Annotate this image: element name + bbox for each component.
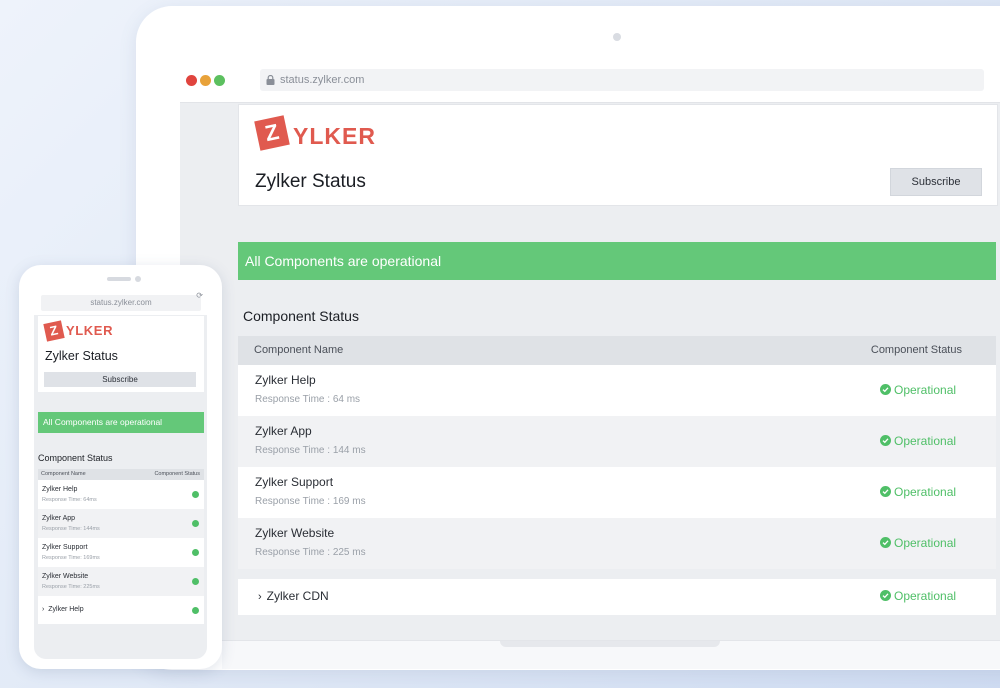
status-text: Operational xyxy=(894,485,957,499)
logo-wordmark: YLKER xyxy=(66,323,114,338)
component-name: Zylker Website xyxy=(42,573,89,580)
section-title: Component Status xyxy=(243,308,359,324)
page-title: Zylker Status xyxy=(255,171,366,192)
status-header: Z YLKER Zylker Status Subscribe xyxy=(238,104,998,206)
table-row[interactable]: Zylker Help Response Time: 64ms xyxy=(38,480,204,509)
subscribe-button[interactable]: Subscribe xyxy=(890,168,982,196)
check-circle-icon xyxy=(880,435,891,446)
column-header-status: Component Status xyxy=(154,471,200,477)
component-name: Zylker App xyxy=(255,424,312,438)
column-header-name: Component Name xyxy=(41,471,86,477)
status-text: Operational xyxy=(894,434,957,448)
laptop-notch xyxy=(500,641,720,647)
table-row[interactable]: Zylker App Response Time : 144 ms Operat… xyxy=(238,416,996,467)
logo-mark: Z xyxy=(43,320,65,342)
mobile-component-table: Component Name Component Status Zylker H… xyxy=(38,469,204,624)
mobile-subscribe-button[interactable]: Subscribe xyxy=(44,372,196,387)
table-row[interactable]: Zylker Website Response Time : 225 ms Op… xyxy=(238,518,996,569)
address-bar[interactable]: status.zylker.com xyxy=(260,69,984,91)
mobile-section-title: Component Status xyxy=(38,453,113,463)
response-time: Response Time: 144ms xyxy=(42,526,100,532)
address-url: status.zylker.com xyxy=(280,74,365,86)
component-name: Zylker Website xyxy=(255,526,335,540)
group-name: Zylker Help xyxy=(48,606,84,613)
column-header-status: Component Status xyxy=(870,344,962,356)
minimize-window-button[interactable] xyxy=(200,75,211,86)
status-text: Operational xyxy=(894,383,957,397)
check-circle-icon xyxy=(880,384,891,395)
response-time: Response Time: 64ms xyxy=(42,497,97,503)
mobile-page-title: Zylker Status xyxy=(45,349,118,363)
component-name: Zylker Help xyxy=(42,486,78,493)
check-circle-icon xyxy=(192,520,199,527)
check-circle-icon xyxy=(192,607,199,614)
chevron-right-icon[interactable]: › xyxy=(42,606,44,613)
component-name: Zylker Support xyxy=(255,475,334,489)
lock-icon xyxy=(266,75,275,85)
group-name: Zylker CDN xyxy=(266,589,329,603)
check-circle-icon xyxy=(880,590,891,601)
response-time: Response Time: 169ms xyxy=(42,555,100,561)
status-text: Operational xyxy=(894,536,957,550)
mobile-address-bar[interactable]: status.zylker.com ⟳ xyxy=(34,291,207,315)
response-time: Response Time : 169 ms xyxy=(255,496,366,507)
component-name: Zylker App xyxy=(42,515,76,522)
column-header-name: Component Name xyxy=(254,344,344,356)
close-window-button[interactable] xyxy=(186,75,197,86)
reload-icon[interactable]: ⟳ xyxy=(196,291,203,300)
check-circle-icon xyxy=(192,578,199,585)
logo-wordmark: YLKER xyxy=(293,123,376,149)
response-time: Response Time : 144 ms xyxy=(255,445,366,456)
status-indicator: Operational xyxy=(880,589,956,603)
status-indicator: Operational xyxy=(880,536,956,550)
desktop-screen: status.zylker.com Z YLKER Zylker Status … xyxy=(180,58,1000,640)
check-circle-icon xyxy=(192,491,199,498)
component-name: Zylker Help xyxy=(255,373,316,387)
phone-frame: status.zylker.com ⟳ Z YLKER Zylker Statu… xyxy=(19,265,222,669)
logo-mark: Z xyxy=(254,115,290,151)
mobile-screen: status.zylker.com ⟳ Z YLKER Zylker Statu… xyxy=(34,291,207,659)
component-status-table: Component Name Component Status Zylker H… xyxy=(238,336,996,615)
mobile-operational-banner: All Components are operational xyxy=(38,412,204,433)
table-row[interactable]: Zylker App Response Time: 144ms xyxy=(38,509,204,538)
status-text: Operational xyxy=(894,589,957,603)
table-row[interactable]: Zylker Help Response Time : 64 ms Operat… xyxy=(238,365,996,416)
phone-speaker xyxy=(107,277,131,281)
response-time: Response Time : 64 ms xyxy=(255,394,361,405)
table-row-group-cdn[interactable]: › Zylker CDN Operational xyxy=(238,579,996,615)
table-row[interactable]: Zylker Support Response Time: 169ms xyxy=(38,538,204,567)
laptop-base xyxy=(222,640,1000,669)
check-circle-icon xyxy=(192,549,199,556)
response-time: Response Time : 225 ms xyxy=(255,547,366,558)
table-row-group[interactable]: › Zylker Help xyxy=(38,596,204,624)
component-name: Zylker Support xyxy=(42,544,88,551)
status-indicator: Operational xyxy=(880,434,956,448)
browser-toolbar: status.zylker.com xyxy=(180,58,1000,103)
laptop-camera xyxy=(613,33,621,41)
check-circle-icon xyxy=(880,537,891,548)
mobile-address-url[interactable]: status.zylker.com xyxy=(41,295,201,311)
status-indicator: Operational xyxy=(880,383,956,397)
mobile-table-header: Component Name Component Status xyxy=(38,469,204,480)
operational-banner: All Components are operational xyxy=(238,242,996,280)
table-row[interactable]: Zylker Website Response Time: 225ms xyxy=(38,567,204,596)
component-name: › Zylker Help xyxy=(42,606,84,613)
status-indicator: Operational xyxy=(880,485,956,499)
mobile-status-header: Z YLKER Zylker Status Subscribe xyxy=(38,316,204,392)
maximize-window-button[interactable] xyxy=(214,75,225,86)
table-row[interactable]: Zylker Support Response Time : 169 ms Op… xyxy=(238,467,996,518)
phone-camera xyxy=(135,276,141,282)
table-header: Component Name Component Status xyxy=(238,336,996,365)
chevron-right-icon[interactable]: › xyxy=(258,591,262,603)
response-time: Response Time: 225ms xyxy=(42,584,100,590)
check-circle-icon xyxy=(880,486,891,497)
component-name: › Zylker CDN xyxy=(258,589,329,603)
